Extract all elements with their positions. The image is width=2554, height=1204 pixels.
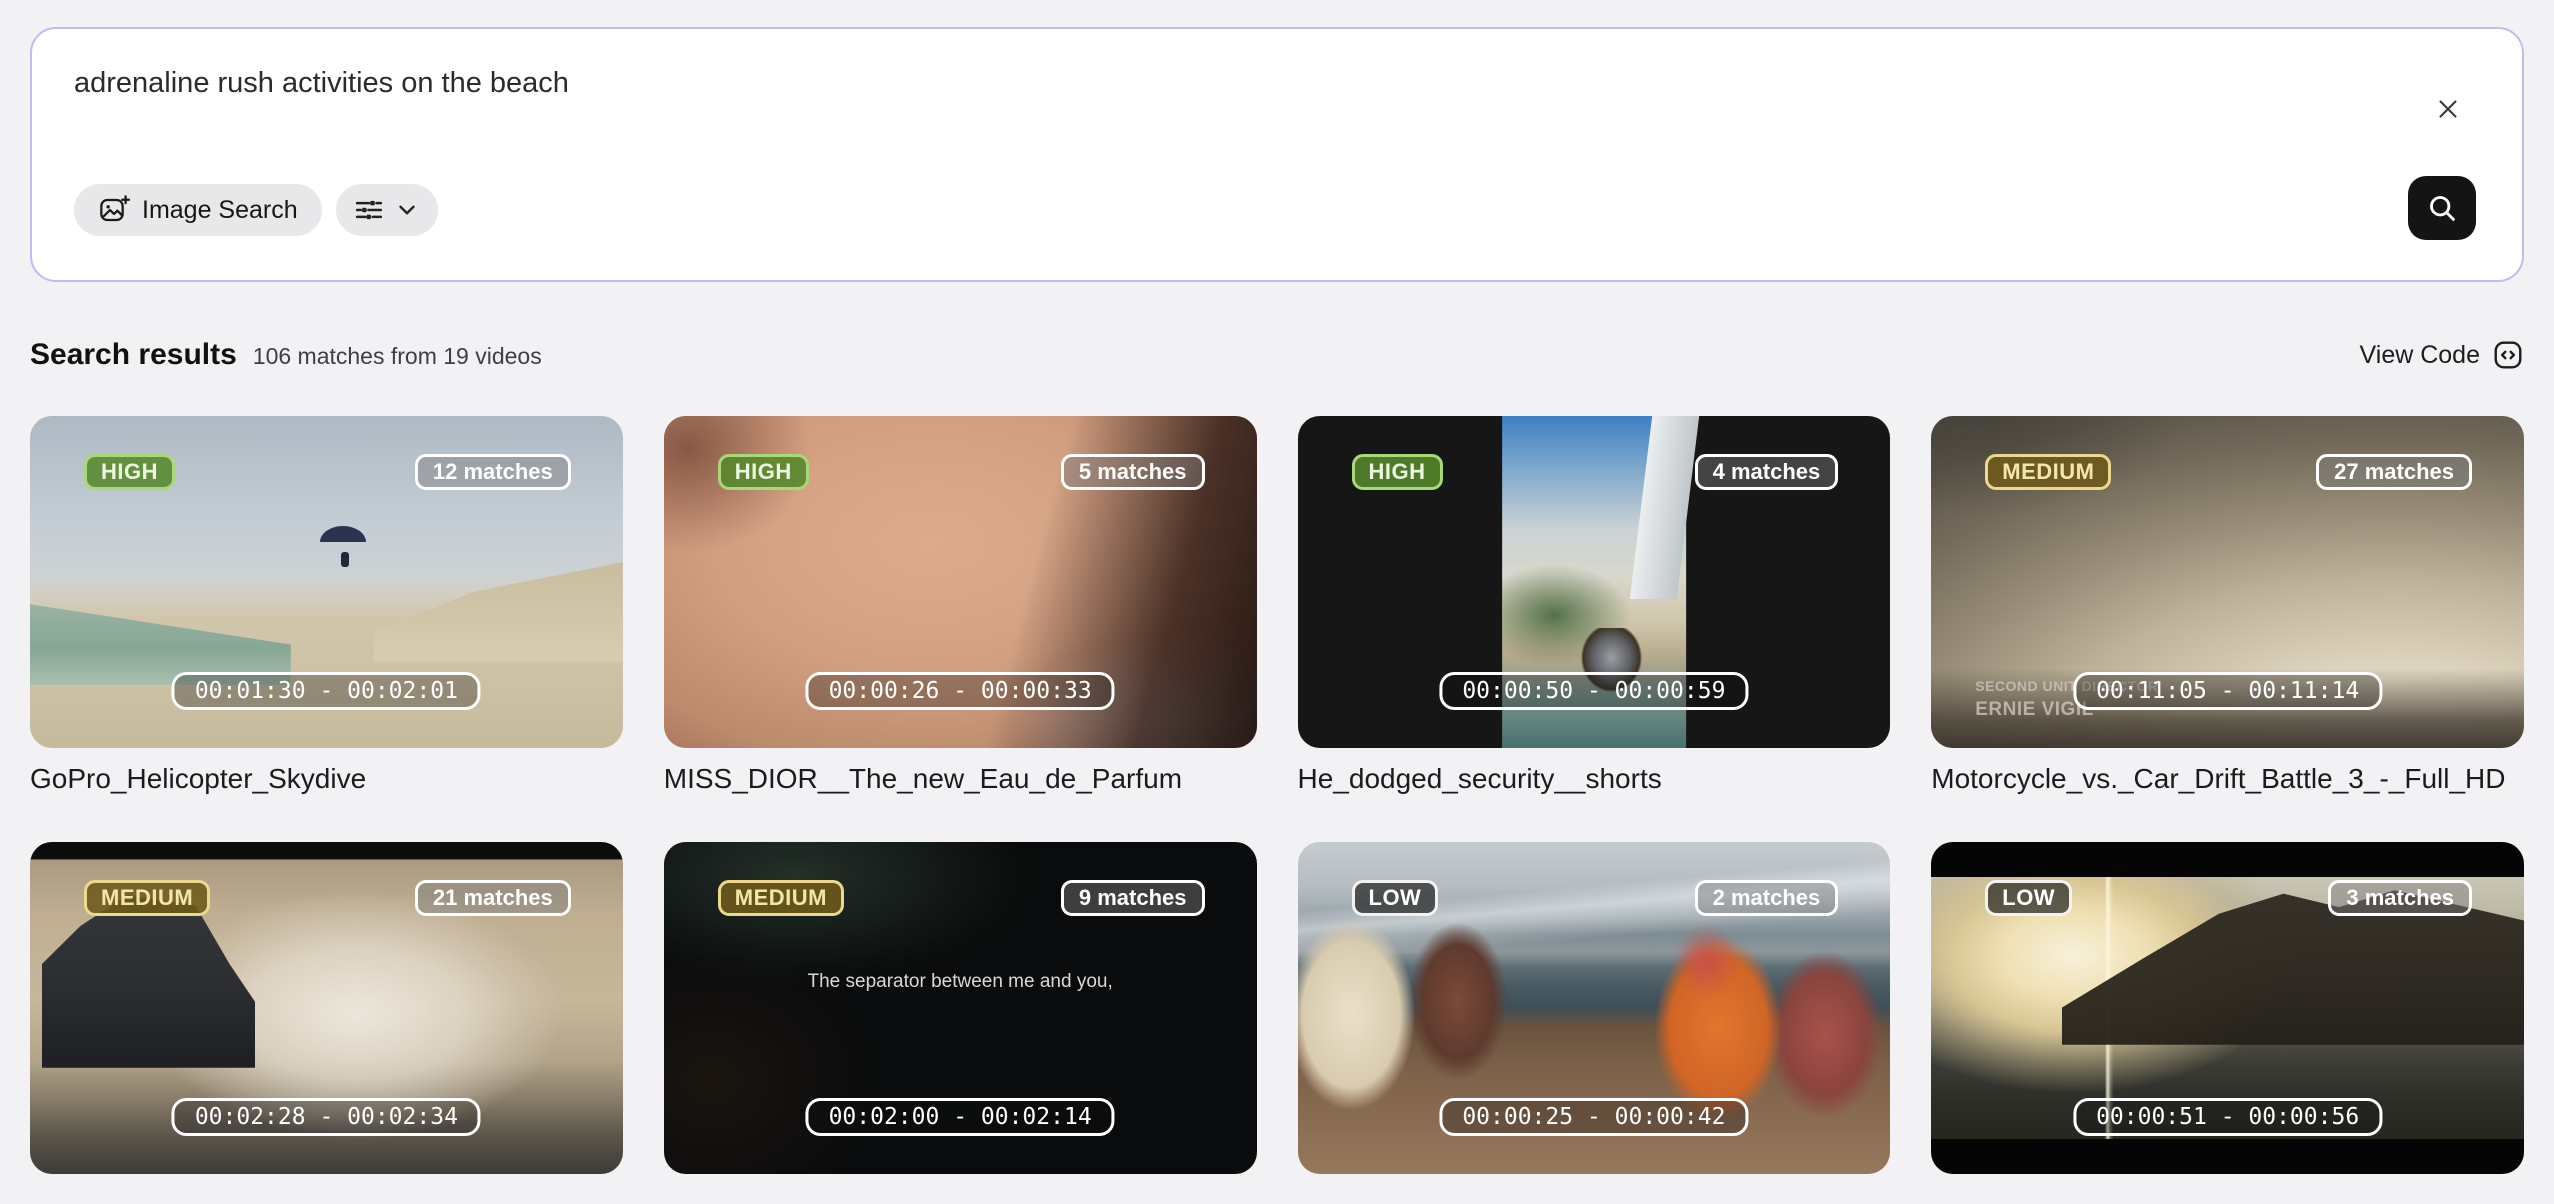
image-search-button[interactable]: Image Search xyxy=(74,184,322,236)
view-code-button[interactable]: View Code xyxy=(2360,339,2524,371)
match-count-badge: 21 matches xyxy=(415,880,571,916)
search-icon xyxy=(2424,190,2460,226)
confidence-badge: LOW xyxy=(1985,880,2072,916)
image-search-label: Image Search xyxy=(142,196,298,225)
confidence-badge: HIGH xyxy=(84,454,175,490)
skydiver-shape xyxy=(341,552,349,567)
video-result-card[interactable]: LOW 2 matches 00:00:25 - 00:00:42 xyxy=(1298,842,1891,1174)
code-icon xyxy=(2492,339,2524,371)
video-thumbnail[interactable]: SECOND UNIT DIRECTOR ERNIE VIGIL MEDIUM … xyxy=(1931,416,2524,748)
timestamp-range: 00:00:51 - 00:00:56 xyxy=(2073,1098,2382,1136)
results-grid: HIGH 12 matches 00:01:30 - 00:02:01 GoPr… xyxy=(30,416,2524,1174)
confidence-badge: MEDIUM xyxy=(84,880,210,916)
match-count-badge: 2 matches xyxy=(1695,880,1839,916)
video-title: Motorcycle_vs._Car_Drift_Battle_3_-_Full… xyxy=(1931,762,2524,796)
video-thumbnail[interactable]: LOW 2 matches 00:00:25 - 00:00:42 xyxy=(1298,842,1891,1174)
timestamp-range: 00:02:00 - 00:02:14 xyxy=(806,1098,1115,1136)
match-count-badge: 3 matches xyxy=(2328,880,2472,916)
video-thumbnail[interactable]: HIGH 12 matches 00:01:30 - 00:02:01 xyxy=(30,416,623,748)
video-title: MISS_DIOR__The_new_Eau_de_Parfum xyxy=(664,762,1257,796)
video-result-card[interactable]: LOW 3 matches 00:00:51 - 00:00:56 xyxy=(1931,842,2524,1174)
sliders-icon xyxy=(354,195,384,225)
confidence-badge: MEDIUM xyxy=(718,880,844,916)
chevron-down-icon xyxy=(394,197,420,223)
results-summary: 106 matches from 19 videos xyxy=(253,343,542,370)
parachute-shape xyxy=(320,526,366,542)
video-thumbnail[interactable]: HIGH 5 matches 00:00:26 - 00:00:33 xyxy=(664,416,1257,748)
confidence-badge: HIGH xyxy=(718,454,809,490)
video-thumbnail[interactable]: LOW 3 matches 00:00:51 - 00:00:56 xyxy=(1931,842,2524,1174)
video-result-card[interactable]: HIGH 5 matches 00:00:26 - 00:00:33 MISS_… xyxy=(664,416,1257,796)
confidence-badge: HIGH xyxy=(1352,454,1443,490)
results-title: Search results xyxy=(30,338,237,372)
timestamp-range: 00:01:30 - 00:02:01 xyxy=(172,672,481,710)
dune-shape xyxy=(374,562,623,662)
timestamp-range: 00:02:28 - 00:02:34 xyxy=(172,1098,481,1136)
timestamp-range: 00:11:05 - 00:11:14 xyxy=(2073,672,2382,710)
subtitle-overlay-text: The separator between me and you, xyxy=(664,971,1257,993)
confidence-badge: MEDIUM xyxy=(1985,454,2111,490)
video-result-card[interactable]: HIGH 12 matches 00:01:30 - 00:02:01 GoPr… xyxy=(30,416,623,796)
video-title: GoPro_Helicopter_Skydive xyxy=(30,762,623,796)
clear-search-button[interactable] xyxy=(2426,87,2470,131)
video-result-card[interactable]: HIGH 4 matches 00:00:50 - 00:00:59 He_do… xyxy=(1298,416,1891,796)
video-thumbnail[interactable]: MEDIUM 21 matches 00:02:28 - 00:02:34 xyxy=(30,842,623,1174)
timestamp-range: 00:00:25 - 00:00:42 xyxy=(1439,1098,1748,1136)
truck-shape xyxy=(42,895,255,1068)
timestamp-range: 00:00:50 - 00:00:59 xyxy=(1439,672,1748,710)
video-result-card[interactable]: MEDIUM 21 matches 00:02:28 - 00:02:34 xyxy=(30,842,623,1174)
timestamp-range: 00:00:26 - 00:00:33 xyxy=(806,672,1115,710)
close-icon xyxy=(2433,94,2463,124)
video-title: He_dodged_security__shorts xyxy=(1298,762,1891,796)
search-input[interactable]: adrenaline rush activities on the beach xyxy=(74,67,569,100)
match-count-badge: 4 matches xyxy=(1695,454,1839,490)
video-thumbnail[interactable]: HIGH 4 matches 00:00:50 - 00:00:59 xyxy=(1298,416,1891,748)
confidence-badge: LOW xyxy=(1352,880,1439,916)
video-result-card[interactable]: SECOND UNIT DIRECTOR ERNIE VIGIL MEDIUM … xyxy=(1931,416,2524,796)
match-count-badge: 27 matches xyxy=(2316,454,2472,490)
image-plus-icon xyxy=(98,194,130,226)
match-count-badge: 12 matches xyxy=(415,454,571,490)
results-header: Search results 106 matches from 19 video… xyxy=(30,338,2524,372)
search-submit-button[interactable] xyxy=(2408,176,2476,240)
filter-options-button[interactable] xyxy=(336,184,438,236)
match-count-badge: 5 matches xyxy=(1061,454,1205,490)
search-panel: adrenaline rush activities on the beach … xyxy=(30,27,2524,282)
search-actions: Image Search xyxy=(74,184,438,236)
match-count-badge: 9 matches xyxy=(1061,880,1205,916)
view-code-label: View Code xyxy=(2360,341,2480,370)
video-result-card[interactable]: The separator between me and you, MEDIUM… xyxy=(664,842,1257,1174)
video-thumbnail[interactable]: The separator between me and you, MEDIUM… xyxy=(664,842,1257,1174)
